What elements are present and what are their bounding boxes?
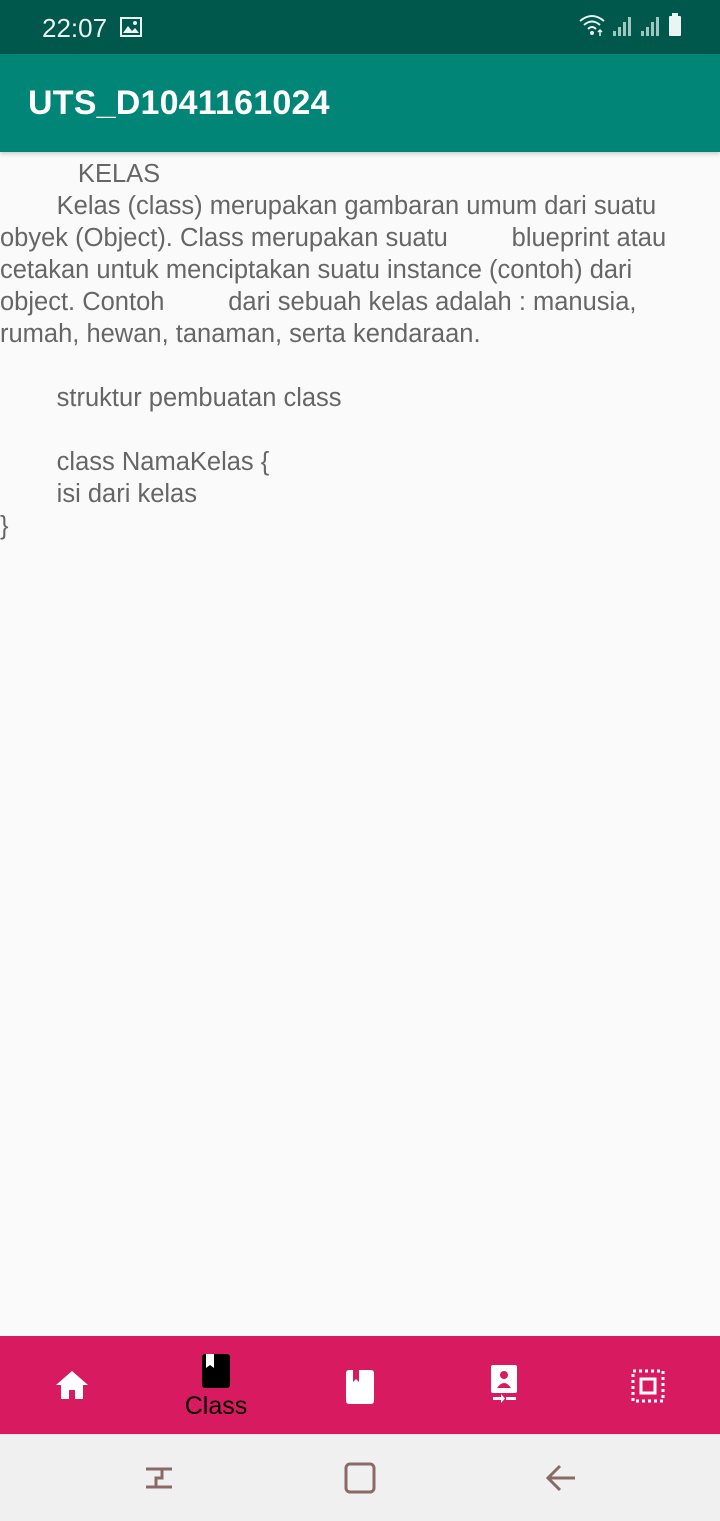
content-line: struktur pembuatan class — [0, 384, 342, 412]
status-time: 22:07 — [42, 13, 108, 43]
home-icon — [56, 1371, 88, 1399]
book-icon — [202, 1354, 230, 1388]
content-line: KELAS — [0, 160, 161, 188]
recent-apps-icon[interactable] — [136, 1455, 182, 1501]
nav-item-home[interactable] — [0, 1336, 144, 1434]
bookmark-book-icon — [346, 1370, 374, 1404]
nav-item-class[interactable]: Class — [144, 1336, 288, 1434]
content-line: Kelas (class) merupakan gambaran umum da… — [0, 192, 657, 220]
content-line: } — [0, 512, 9, 540]
content-line: object. Contoh dari sebuah kelas adalah … — [0, 288, 637, 316]
content-text: KELAS Kelas (class) merupakan gambaran u… — [0, 158, 716, 542]
nav-item-book[interactable] — [288, 1336, 432, 1434]
select-all-icon — [631, 1369, 665, 1403]
battery-icon — [668, 13, 682, 42]
content-line: isi dari kelas — [0, 480, 197, 508]
content-line — [0, 350, 716, 382]
wifi-icon — [578, 13, 606, 42]
signal-icon — [612, 15, 634, 42]
presentation-icon — [491, 1365, 517, 1403]
app-bar: UTS_D1041161024 — [0, 54, 720, 152]
app-title: UTS_D1041161024 — [28, 84, 330, 122]
status-bar: 22:07 — [0, 0, 720, 54]
content-line: cetakan untuk menciptakan suatu instance… — [0, 256, 633, 284]
nav-label-class: Class — [184, 1392, 248, 1420]
content-line: class NamaKelas { — [0, 448, 270, 476]
bottom-navigation: Class — [0, 1336, 720, 1434]
nav-item-select-all[interactable] — [576, 1336, 720, 1434]
back-icon[interactable] — [539, 1455, 585, 1501]
content-line: rumah, hewan, tanaman, serta kendaraan. — [0, 320, 481, 348]
signal-icon — [640, 15, 662, 42]
content-line: obyek (Object). Class merupakan suatu bl… — [0, 224, 667, 252]
nav-item-presentation[interactable] — [432, 1336, 576, 1434]
status-icons — [578, 13, 682, 42]
image-icon — [120, 17, 142, 42]
content-line — [0, 414, 716, 446]
system-navigation-bar — [0, 1434, 720, 1521]
home-square-icon[interactable] — [337, 1455, 383, 1501]
